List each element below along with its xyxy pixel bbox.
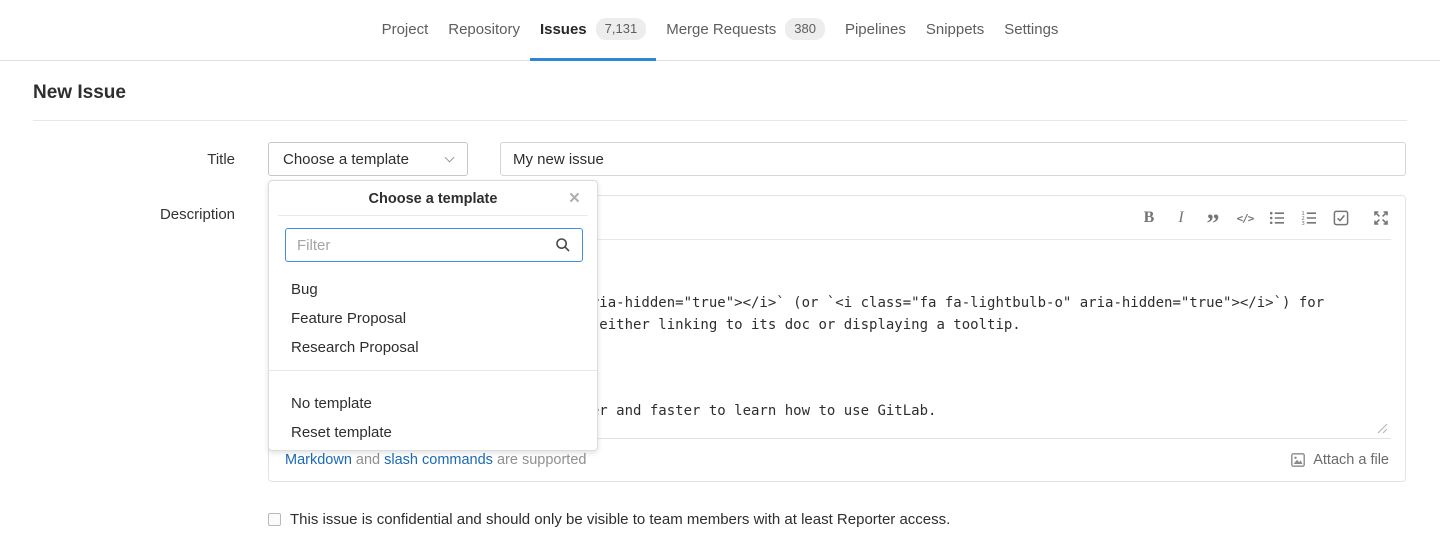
- confidential-label: This issue is confidential and should on…: [290, 511, 950, 528]
- task-list-icon: [1333, 210, 1349, 226]
- template-dropdown-panel: Choose a template × Bug Feature Proposal…: [268, 180, 598, 451]
- issue-title-input[interactable]: [500, 142, 1406, 176]
- nav-tab-issues[interactable]: Issues 7,131: [530, 0, 656, 61]
- numbered-list-icon: 1 2 3: [1301, 210, 1317, 226]
- nav-tab-settings[interactable]: Settings: [994, 0, 1068, 61]
- help-text-and: and: [352, 452, 384, 468]
- bullet-list-icon: [1269, 210, 1285, 226]
- nav-tab-label: Pipelines: [845, 21, 906, 38]
- template-option-feature-proposal[interactable]: Feature Proposal: [279, 304, 587, 333]
- template-option-research-proposal[interactable]: Research Proposal: [279, 333, 587, 362]
- attach-image-icon: [1290, 452, 1306, 468]
- bold-button[interactable]: B: [1139, 206, 1159, 230]
- no-template-option[interactable]: No template: [279, 389, 587, 418]
- numbered-list-button[interactable]: 1 2 3: [1299, 206, 1319, 230]
- nav-tab-pipelines[interactable]: Pipelines: [835, 0, 916, 61]
- svg-text:3: 3: [1301, 221, 1304, 226]
- code-button[interactable]: </>: [1235, 206, 1255, 230]
- attach-file-button[interactable]: Attach a file: [1290, 452, 1389, 468]
- help-text-suffix: are supported: [493, 452, 587, 468]
- confidential-checkbox[interactable]: [268, 513, 281, 526]
- attach-file-label: Attach a file: [1313, 452, 1389, 468]
- heading-divider: [33, 120, 1407, 121]
- nav-tab-label: Repository: [448, 21, 520, 38]
- dropdown-header: Choose a template ×: [278, 181, 588, 216]
- nav-tab-label: Snippets: [926, 21, 984, 38]
- reset-template-option[interactable]: Reset template: [279, 418, 587, 447]
- nav-tab-label: Issues: [540, 21, 587, 38]
- description-label: Description: [33, 206, 235, 223]
- template-actions-list: No template Reset template: [269, 371, 597, 447]
- nav-tab-repository[interactable]: Repository: [438, 0, 530, 61]
- merge-requests-count-badge: 380: [785, 18, 825, 40]
- slash-commands-link[interactable]: slash commands: [384, 452, 493, 468]
- dropdown-filter: [285, 228, 581, 262]
- nav-tab-label: Project: [382, 21, 429, 38]
- nav-tab-merge-requests[interactable]: Merge Requests 380: [656, 0, 835, 61]
- nav-tab-label: Merge Requests: [666, 21, 776, 38]
- markdown-help-text: Markdown and slash commands are supporte…: [285, 452, 586, 468]
- task-list-button[interactable]: [1331, 206, 1351, 230]
- new-issue-page: Project Repository Issues 7,131 Merge Re…: [0, 0, 1440, 546]
- dropdown-title: Choose a template: [369, 191, 498, 207]
- template-option-bug[interactable]: Bug: [279, 275, 587, 304]
- choose-template-button[interactable]: Choose a template: [268, 142, 468, 176]
- italic-button[interactable]: I: [1171, 206, 1191, 230]
- close-icon[interactable]: ×: [569, 189, 580, 208]
- nav-tab-project[interactable]: Project: [372, 0, 439, 61]
- choose-template-button-label: Choose a template: [283, 151, 409, 168]
- filter-input[interactable]: [285, 228, 583, 262]
- bullet-list-button[interactable]: [1267, 206, 1287, 230]
- search-icon: [555, 237, 571, 253]
- nav-tab-snippets[interactable]: Snippets: [916, 0, 994, 61]
- title-label: Title: [33, 151, 235, 168]
- resize-handle[interactable]: [1377, 423, 1388, 434]
- issues-count-badge: 7,131: [596, 18, 647, 40]
- markdown-link[interactable]: Markdown: [285, 452, 352, 468]
- page-title: New Issue: [33, 82, 126, 104]
- editor-toolbar: B I ” </> 1 2 3: [1139, 196, 1391, 240]
- fullscreen-icon: [1373, 210, 1389, 226]
- fullscreen-button[interactable]: [1371, 206, 1391, 230]
- template-options-list: Bug Feature Proposal Research Proposal: [269, 262, 597, 370]
- quote-button[interactable]: ”: [1203, 212, 1223, 236]
- confidential-row: This issue is confidential and should on…: [268, 511, 950, 528]
- nav-tab-label: Settings: [1004, 21, 1058, 38]
- chevron-down-icon: [445, 152, 455, 162]
- project-navbar: Project Repository Issues 7,131 Merge Re…: [0, 0, 1440, 61]
